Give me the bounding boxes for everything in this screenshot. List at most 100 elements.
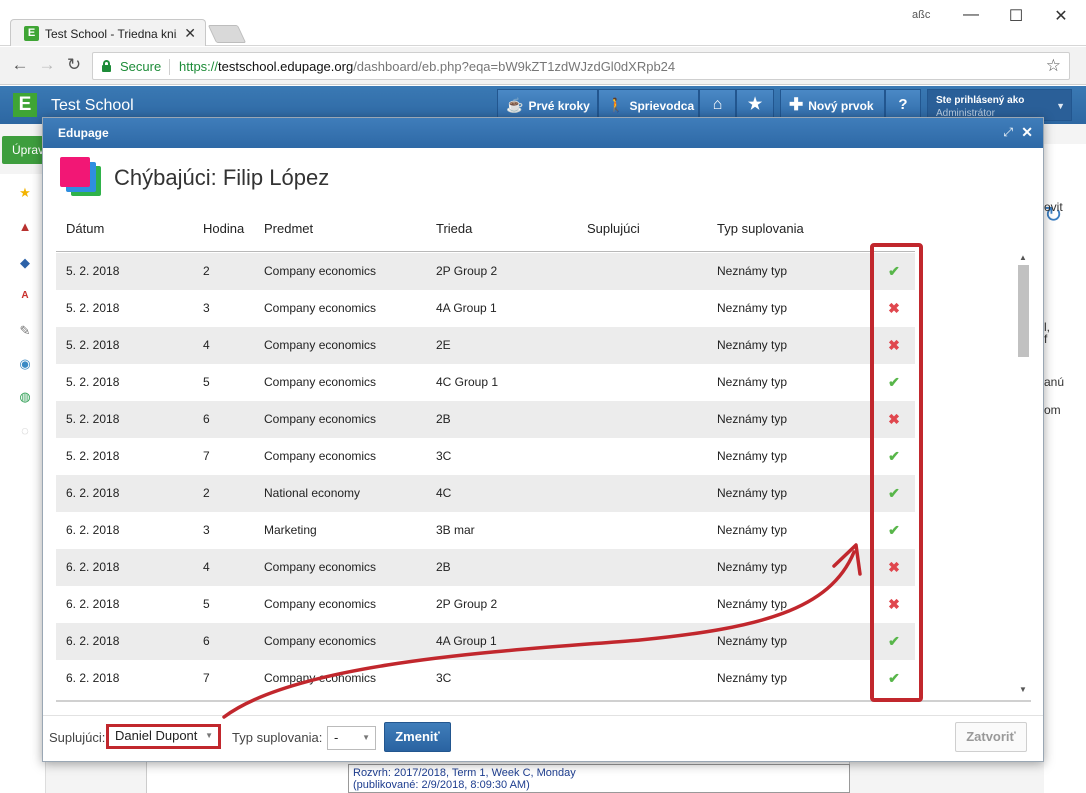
back-arrow-icon[interactable]: ←	[9, 55, 31, 75]
forward-arrow-icon[interactable]: →	[36, 55, 58, 75]
table-row[interactable]: 5. 2. 2018 3 Company economics 4A Group 1 Ne…	[56, 290, 915, 327]
cell-type: Neznámy typ	[717, 560, 788, 574]
tab-close-icon[interactable]: ✕	[184, 25, 196, 42]
cell-subject: Company economics	[264, 671, 377, 685]
cell-class: 4C	[436, 486, 452, 500]
cell-lesson: 3	[203, 301, 210, 315]
column-date[interactable]: Dátum	[66, 221, 104, 236]
cell-date: 6. 2. 2018	[66, 597, 120, 611]
secure-label: Secure	[120, 59, 162, 74]
cell-lesson: 7	[203, 671, 210, 685]
cell-class: 3C	[436, 449, 452, 463]
favorites-star-icon[interactable]: ★	[18, 186, 32, 200]
cell-class: 2B	[436, 560, 451, 574]
minimize-icon[interactable]: —	[956, 6, 986, 24]
cell-date: 6. 2. 2018	[66, 560, 120, 574]
cell-class: 2E	[436, 338, 451, 352]
bookmark-star-icon[interactable]: ☆	[1046, 56, 1061, 76]
table-scrollbar[interactable]: ▲ ▼	[1016, 253, 1030, 699]
scroll-up-icon[interactable]: ▲	[1019, 253, 1027, 262]
substitute-select[interactable]: Daniel Dupont ▼	[106, 724, 221, 749]
column-type[interactable]: Typ suplovania	[717, 221, 804, 236]
cell-type: Neznámy typ	[717, 597, 788, 611]
column-substitute[interactable]: Suplujúci	[587, 221, 640, 236]
cell-subject: Company economics	[264, 412, 377, 426]
close-button[interactable]: Zatvoriť	[955, 722, 1027, 752]
scroll-down-icon[interactable]: ▼	[1019, 685, 1027, 694]
cell-subject: Company economics	[264, 375, 377, 389]
table-row[interactable]: 5. 2. 2018 6 Company economics 2B Neznámy ty…	[56, 401, 915, 438]
table-row[interactable]: 6. 2. 2018 6 Company economics 4A Group 1 Ne…	[56, 623, 915, 660]
address-bar[interactable]: Secure https://testschool.edupage.org/da…	[92, 52, 1070, 80]
new-tab-button[interactable]	[207, 25, 247, 43]
change-button[interactable]: Zmeniť	[384, 722, 451, 752]
cell-subject: Company economics	[264, 264, 377, 278]
cell-lesson: 5	[203, 375, 210, 389]
tools-icon[interactable]: ✎	[18, 324, 32, 338]
browser-titlebar: E Test School - Triedna knižka ✕ aßc — ☐…	[0, 0, 1086, 46]
globe-icon[interactable]: ◉	[18, 357, 32, 371]
cell-class: 3C	[436, 671, 452, 685]
table-row[interactable]: 6. 2. 2018 4 Company economics 2B Neznámy ty…	[56, 549, 915, 586]
left-sidebar: ★ ▲ ◆ A ✎ ◉ ◍ ◌	[0, 174, 46, 793]
cell-type: Neznámy typ	[717, 671, 788, 685]
cell-type: Neznámy typ	[717, 412, 788, 426]
cell-date: 5. 2. 2018	[66, 338, 120, 352]
table-row[interactable]: 5. 2. 2018 5 Company economics 4C Group 1 Ne…	[56, 364, 915, 401]
dialog-header: Edupage ⤢ ✕	[43, 118, 1043, 148]
url-text[interactable]: https://testschool.edupage.org/dashboard…	[179, 59, 675, 74]
cell-date: 6. 2. 2018	[66, 634, 120, 648]
cell-subject: Marketing	[264, 523, 317, 537]
table-row[interactable]: 5. 2. 2018 2 Company economics 2P Group 2 Ne…	[56, 253, 915, 290]
table-row[interactable]: 6. 2. 2018 2 National economy 4C Neznámy typ…	[56, 475, 915, 512]
background-right-panel	[1044, 144, 1086, 793]
substitution-type-select[interactable]: - ▼	[327, 726, 376, 750]
pdf-icon[interactable]: A	[18, 289, 32, 303]
plus-icon: ✚	[789, 95, 804, 114]
tab-title: Test School - Triedna knižka	[45, 27, 177, 41]
cell-subject: Company economics	[264, 449, 377, 463]
table-row[interactable]: 5. 2. 2018 4 Company economics 2E Neznámy ty…	[56, 327, 915, 364]
column-subject[interactable]: Predmet	[264, 221, 313, 236]
timetable-info-line1: Rozvrh: 2017/2018, Term 1, Week C, Monda…	[353, 767, 576, 779]
book-icon[interactable]: ◆	[18, 256, 32, 270]
cell-lesson: 5	[203, 597, 210, 611]
cell-lesson: 2	[203, 486, 210, 500]
cell-lesson: 4	[203, 338, 210, 352]
column-class[interactable]: Trieda	[436, 221, 472, 236]
school-building-icon[interactable]: ▲	[18, 220, 32, 234]
cell-lesson: 2	[203, 264, 210, 278]
cell-subject: Company economics	[264, 597, 377, 611]
substitution-type-label: Typ suplovania:	[232, 730, 323, 745]
chevron-down-icon: ▼	[362, 733, 370, 742]
cell-date: 5. 2. 2018	[66, 375, 120, 389]
window-close-icon[interactable]: ✕	[1046, 6, 1076, 26]
expand-icon[interactable]: ⤢	[1003, 125, 1013, 140]
table-row[interactable]: 6. 2. 2018 7 Company economics 3C Neznámy ty…	[56, 660, 915, 696]
table-row[interactable]: 6. 2. 2018 3 Marketing 3B mar Neznámy typ ✔	[56, 512, 915, 549]
edupage-logo-icon[interactable]: E	[13, 93, 37, 117]
dialog-title: Edupage	[58, 126, 109, 140]
table-row[interactable]: 6. 2. 2018 5 Company economics 2P Group 2 Ne…	[56, 586, 915, 623]
column-lesson[interactable]: Hodina	[203, 221, 244, 236]
scroll-thumb[interactable]	[1018, 265, 1029, 357]
cell-date: 6. 2. 2018	[66, 486, 120, 500]
table-row[interactable]: 5. 2. 2018 7 Company economics 3C Neznámy ty…	[56, 438, 915, 475]
close-icon[interactable]: ✕	[1021, 124, 1033, 141]
school-title[interactable]: Test School	[51, 97, 134, 115]
cell-subject: National economy	[264, 486, 361, 500]
clock-icon[interactable]: ◌	[18, 424, 32, 438]
timetable-info-box[interactable]: Rozvrh: 2017/2018, Term 1, Week C, Monda…	[348, 764, 850, 793]
walking-person-icon: 🚶	[607, 97, 625, 113]
profile-badge[interactable]: aßc	[912, 9, 930, 21]
cell-date: 5. 2. 2018	[66, 449, 120, 463]
browser-tab[interactable]: E Test School - Triedna knižka ✕	[10, 19, 206, 46]
edit-button[interactable]: Úprav	[2, 136, 46, 164]
home-icon: ⌂	[712, 96, 723, 113]
cell-type: Neznámy typ	[717, 264, 788, 278]
star-icon: ★	[747, 96, 763, 113]
guide-label: Sprievodca	[629, 99, 695, 113]
world-icon[interactable]: ◍	[18, 390, 32, 404]
maximize-icon[interactable]: ☐	[1001, 6, 1031, 26]
reload-icon[interactable]: ↻	[63, 55, 85, 75]
